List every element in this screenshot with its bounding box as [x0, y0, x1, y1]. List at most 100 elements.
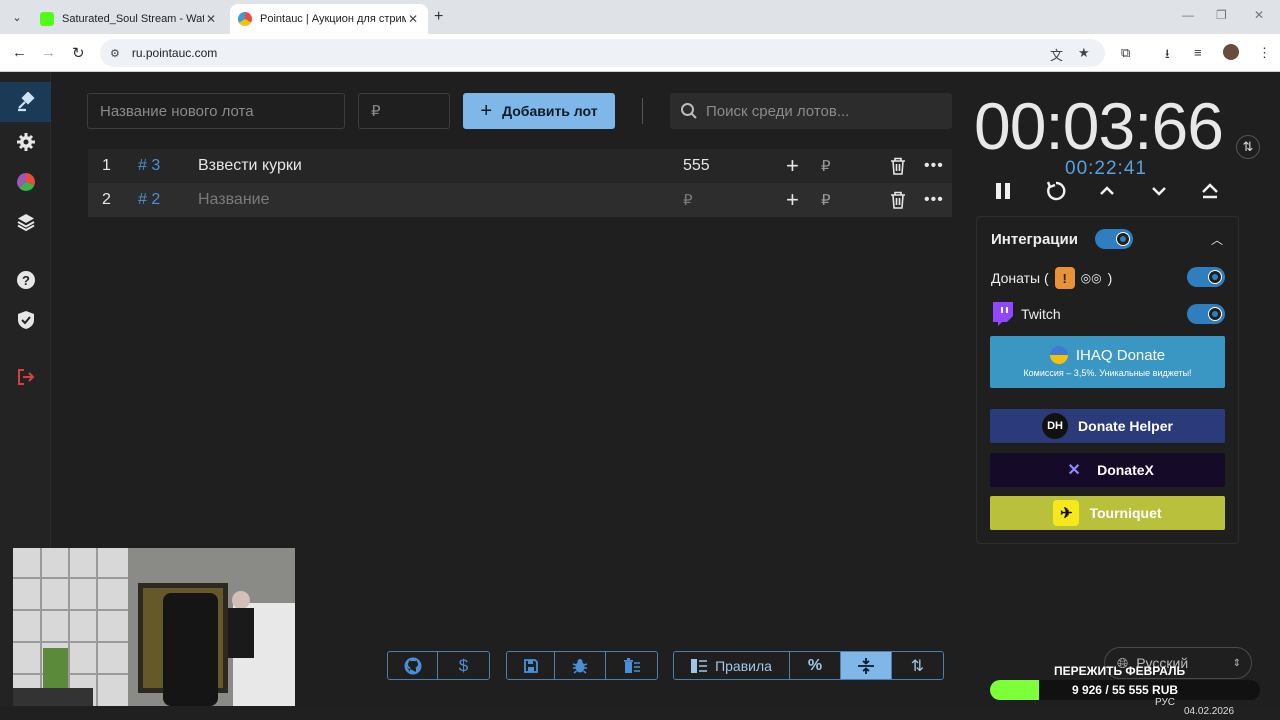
donatepay-icon: ◎◎	[1080, 271, 1102, 285]
sort-icon[interactable]: ⇅	[892, 652, 943, 679]
media-control-icon[interactable]: ≡	[1194, 45, 1202, 60]
extra-amount-input[interactable]: ₽	[821, 191, 831, 209]
trash-icon[interactable]	[890, 191, 906, 209]
site-info-icon[interactable]: ⚙	[110, 47, 120, 60]
double-chevron-up-icon[interactable]	[1195, 178, 1225, 204]
lot-row: 1 # 3 Взвести курки 555 + ₽ •••	[88, 149, 952, 183]
browser-tab-pointauc[interactable]: Pointauc | Аукцион для стриме ✕	[230, 4, 428, 34]
ihaq-subtitle: Комиссия – 3,5%. Уникальные виджеты!	[1023, 368, 1192, 378]
percent-icon[interactable]: %	[790, 652, 841, 679]
lot-amount[interactable]: 555	[683, 157, 710, 175]
rules-label: Правила	[715, 657, 772, 674]
new-tab-icon[interactable]: +	[434, 8, 443, 26]
url-text: ru.pointauc.com	[131, 46, 218, 60]
browser-tabstrip: ⌄ Saturated_Soul Stream - Watch ✕ Pointa…	[0, 0, 1280, 34]
lot-name-input[interactable]: Название нового лота	[87, 93, 345, 129]
browser-toolbar: ← → ↻ ⚙ ru.pointauc.com 文 ★ ⧉ ⭳ ≡ ⋮	[0, 34, 1280, 72]
lot-index: 2	[102, 191, 111, 208]
search-placeholder: Поиск среди лотов...	[706, 102, 850, 120]
add-lot-button[interactable]: + Добавить лот	[463, 93, 615, 129]
webcam-overlay	[13, 548, 295, 706]
logout-icon[interactable]	[0, 357, 51, 397]
ihaq-title: IHAQ Donate	[1075, 346, 1166, 364]
lot-name[interactable]: Название	[198, 191, 270, 209]
trash-icon[interactable]	[890, 157, 906, 175]
tourniquet-logo-icon: ✈	[1053, 500, 1080, 526]
donatex-button[interactable]: ✕ DonateX	[990, 453, 1225, 487]
close-window-icon[interactable]: ✕	[1254, 8, 1264, 22]
wheel-icon[interactable]	[0, 162, 51, 202]
lot-row: 2 # 2 Название ₽ + ₽ •••	[88, 183, 952, 217]
rules-button[interactable]: Правила	[674, 652, 790, 679]
settings-icon[interactable]	[0, 122, 51, 162]
extensions-icon[interactable]: ⧉	[1121, 45, 1130, 61]
browser-tab-stream[interactable]: Saturated_Soul Stream - Watch ✕	[32, 4, 226, 34]
swap-timer-icon[interactable]: ⇅	[1236, 135, 1260, 159]
profile-avatar[interactable]	[1223, 44, 1239, 60]
forward-icon[interactable]: →	[41, 44, 56, 61]
lot-id[interactable]: # 3	[138, 157, 160, 175]
donate-helper-button[interactable]: DH Donate Helper	[990, 409, 1225, 443]
shield-check-icon[interactable]	[0, 300, 51, 340]
integrations-panel: Интеграции ︿ Донаты ( ! ◎◎ ) Twitch IHAQ…	[976, 216, 1239, 544]
view-toolbar: Правила % ⇅	[673, 651, 944, 680]
close-tab-icon[interactable]: ✕	[204, 12, 218, 26]
pause-icon[interactable]	[988, 178, 1018, 204]
maximize-icon[interactable]: ❐	[1216, 8, 1227, 22]
add-amount-icon[interactable]: +	[786, 153, 799, 179]
lot-amount-input[interactable]: ₽	[358, 93, 450, 129]
select-arrows-icon: ⇕	[1232, 657, 1241, 669]
lot-id[interactable]: # 2	[138, 191, 160, 209]
donations-suffix: )	[1107, 270, 1113, 286]
more-options-icon[interactable]: •••	[924, 191, 944, 209]
layers-icon[interactable]	[0, 202, 51, 242]
goal-progress-text: 9 926 / 55 555 RUB	[1071, 683, 1179, 697]
clear-all-icon[interactable]	[606, 652, 657, 679]
pointauc-favicon-icon	[238, 12, 252, 26]
donate-dollar-icon[interactable]: $	[438, 652, 489, 679]
reload-icon[interactable]: ↻	[72, 44, 85, 62]
browser-menu-icon[interactable]: ⋮	[1258, 45, 1271, 61]
lot-search-input[interactable]: Поиск среди лотов...	[670, 93, 952, 129]
more-options-icon[interactable]: •••	[924, 157, 944, 175]
tab-search-icon[interactable]: ⌄	[6, 6, 28, 28]
compact-view-icon[interactable]	[841, 652, 892, 679]
minimize-icon[interactable]: —	[1182, 8, 1194, 22]
input-language[interactable]: РУС	[1155, 697, 1175, 708]
taskbar	[0, 706, 1280, 720]
twitch-toggle[interactable]	[1187, 304, 1225, 324]
lot-index: 1	[102, 157, 111, 174]
donations-toggle[interactable]	[1187, 267, 1225, 287]
save-icon[interactable]	[507, 652, 555, 679]
github-icon[interactable]	[388, 652, 438, 679]
download-icon[interactable]: ⭳	[1165, 45, 1170, 67]
tourniquet-label: Tourniquet	[1089, 505, 1162, 521]
chevron-up-icon[interactable]	[1092, 178, 1122, 204]
chevron-down-icon[interactable]	[1144, 178, 1174, 204]
goal-title: ПЕРЕЖИТЬ ФЕВРАЛЬ	[1054, 664, 1186, 678]
main-timer: 00:03:66	[974, 89, 1224, 163]
integrations-toggle[interactable]	[1095, 229, 1133, 249]
address-bar[interactable]: ⚙ ru.pointauc.com 文 ★	[100, 39, 1105, 67]
add-amount-icon[interactable]: +	[786, 187, 799, 213]
help-icon[interactable]: ?	[0, 260, 51, 300]
plus-icon: +	[480, 99, 493, 122]
ihaq-donate-button[interactable]: IHAQ Donate Комиссия – 3,5%. Уникальные …	[990, 336, 1225, 388]
reset-icon[interactable]	[1041, 178, 1071, 204]
tab-title: Pointauc | Аукцион для стриме	[260, 13, 406, 25]
auction-icon[interactable]	[0, 82, 51, 122]
bug-report-icon[interactable]	[555, 652, 606, 679]
lot-name[interactable]: Взвести курки	[198, 157, 302, 175]
back-icon[interactable]: ←	[12, 44, 27, 61]
collapse-chevron-icon[interactable]: ︿	[1211, 231, 1223, 248]
tourniquet-button[interactable]: ✈ Tourniquet	[990, 496, 1225, 530]
donatex-label: DonateX	[1097, 462, 1154, 478]
lot-amount[interactable]: ₽	[683, 191, 693, 209]
twitch-icon	[993, 302, 1013, 326]
extra-amount-input[interactable]: ₽	[821, 157, 831, 175]
donate-helper-logo-icon: DH	[1042, 413, 1069, 439]
close-tab-icon[interactable]: ✕	[406, 12, 420, 26]
amount-placeholder: ₽	[371, 103, 381, 120]
translate-icon[interactable]: 文	[1050, 45, 1063, 64]
bookmark-star-icon[interactable]: ★	[1078, 45, 1090, 61]
